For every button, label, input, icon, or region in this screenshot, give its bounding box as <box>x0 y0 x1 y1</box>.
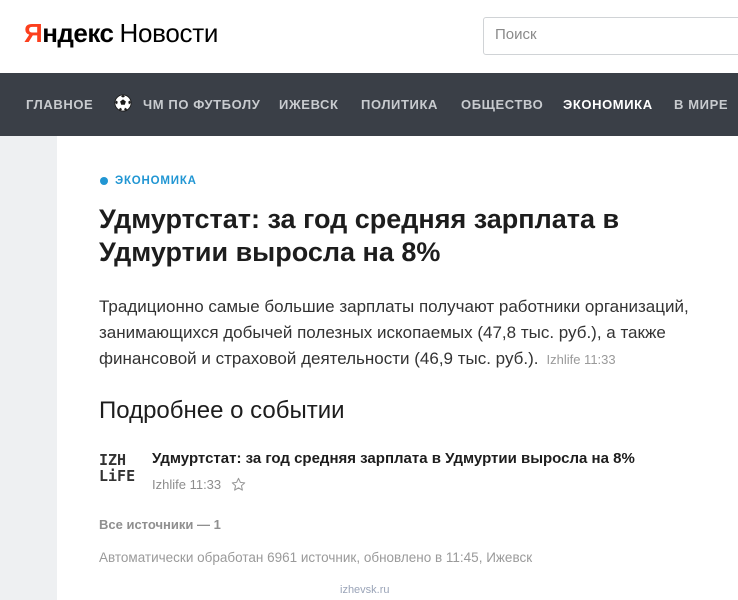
nav-item-world[interactable]: В МИРЕ <box>674 73 728 136</box>
football-icon <box>114 94 132 112</box>
all-sources-link[interactable]: Все источники — 1 <box>99 517 221 532</box>
izhlife-logo-line2: LiFE <box>99 467 136 485</box>
news-item-source[interactable]: Izhlife 11:33 <box>152 477 221 492</box>
izhlife-logo[interactable]: IZH LiFE <box>99 451 136 492</box>
auto-processed-note: Автоматически обработан 6961 источник, о… <box>99 550 533 565</box>
rubric-label: ЭКОНОМИКА <box>115 175 197 187</box>
news-item-title-link[interactable]: Удмуртстат: за год средняя зарплата в Уд… <box>152 449 712 469</box>
nav-item-main[interactable]: ГЛАВНОЕ <box>26 73 93 136</box>
lead-source-link[interactable]: Izhlife 11:33 <box>546 352 615 367</box>
rubric-link[interactable]: ЭКОНОМИКА <box>100 173 197 189</box>
main-nav: ГЛАВНОЕ ЧМ ПО ФУТБОЛУ ИЖЕВСК ПОЛИТИКА ОБ… <box>0 73 738 136</box>
logo-product: Новости <box>119 18 219 48</box>
logo-brand-first: Я <box>24 18 43 48</box>
star-icon[interactable] <box>231 477 246 492</box>
watermark: izhevsk.ru <box>340 584 390 596</box>
nav-item-izhevsk[interactable]: ИЖЕВСК <box>279 73 339 136</box>
header: Яндекс Новости <box>0 0 738 73</box>
news-item-meta: Izhlife 11:33 <box>152 474 246 494</box>
logo-brand-rest: ндекс <box>42 18 114 48</box>
rubric-dot-icon <box>100 177 108 185</box>
nav-item-economy[interactable]: ЭКОНОМИКА <box>563 73 653 136</box>
yandex-news-logo[interactable]: Яндекс Новости <box>24 18 218 54</box>
details-heading: Подробнее о событии <box>99 397 345 424</box>
nav-item-society[interactable]: ОБЩЕСТВО <box>461 73 543 136</box>
izhlife-logo-line1: IZH <box>99 451 127 469</box>
search-box[interactable] <box>483 17 738 55</box>
search-input[interactable] <box>495 26 725 43</box>
article-lead: Традиционно самые большие зарплаты получ… <box>99 294 719 373</box>
nav-item-world-cup[interactable]: ЧМ ПО ФУТБОЛУ <box>143 73 260 136</box>
nav-item-politics[interactable]: ПОЛИТИКА <box>361 73 438 136</box>
article-title: Удмуртстат: за год средняя зарплата в Уд… <box>99 204 620 267</box>
